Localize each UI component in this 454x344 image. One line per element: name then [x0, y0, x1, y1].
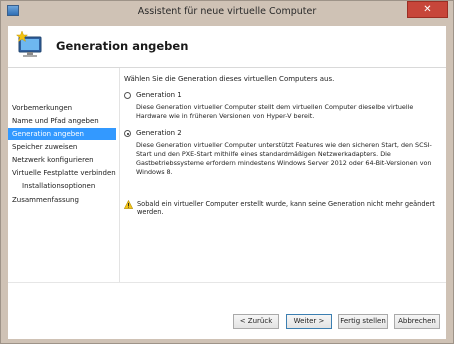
client-area: Generation angeben Vorbemerkungen Name u… — [8, 26, 446, 339]
intro-text: Wählen Sie die Generation dieses virtuel… — [124, 75, 335, 83]
generation-1-description: Diese Generation virtueller Computer ste… — [136, 103, 414, 120]
sidebar-divider — [119, 68, 120, 282]
back-button[interactable]: < Zurück — [233, 314, 279, 329]
wizard-content: Wählen Sie die Generation dieses virtuel… — [123, 68, 443, 282]
wizard-header: Generation angeben — [8, 26, 446, 68]
sidebar-item-installationsoptionen[interactable]: Installationsoptionen — [8, 180, 116, 192]
wizard-window: Assistent für neue virtuelle Computer ✕ … — [0, 0, 454, 344]
next-button[interactable]: Weiter > — [286, 314, 332, 329]
generation-1-radio[interactable] — [124, 92, 131, 99]
computer-star-icon — [16, 31, 42, 57]
sidebar-item-name-pfad[interactable]: Name und Pfad angeben — [8, 115, 116, 127]
title-bar[interactable]: Assistent für neue virtuelle Computer ✕ — [1, 1, 453, 21]
window-title: Assistent für neue virtuelle Computer — [137, 6, 317, 17]
close-button[interactable]: ✕ — [407, 1, 448, 18]
wizard-sidebar: Vorbemerkungen Name und Pfad angeben Gen… — [8, 68, 116, 282]
generation-1-label[interactable]: Generation 1 — [136, 91, 182, 99]
cancel-button[interactable]: Abbrechen — [394, 314, 440, 329]
sidebar-item-festplatte[interactable]: Virtuelle Festplatte verbinden — [8, 167, 116, 179]
warning-text: Sobald ein virtueller Computer erstellt … — [137, 200, 435, 216]
button-bar: < Zurück Weiter > Fertig stellen Abbrech… — [8, 282, 446, 339]
sidebar-item-speicher[interactable]: Speicher zuweisen — [8, 141, 116, 153]
sidebar-item-generation[interactable]: Generation angeben — [8, 128, 116, 140]
finish-button[interactable]: Fertig stellen — [338, 314, 388, 329]
warning-icon — [124, 200, 133, 209]
generation-2-label[interactable]: Generation 2 — [136, 129, 182, 137]
sidebar-item-zusammenfassung[interactable]: Zusammenfassung — [8, 194, 116, 206]
sidebar-item-vorbemerkungen[interactable]: Vorbemerkungen — [8, 102, 116, 114]
page-title: Generation angeben — [56, 39, 189, 53]
generation-2-description: Diese Generation virtueller Computer unt… — [136, 141, 432, 176]
sidebar-item-netzwerk[interactable]: Netzwerk konfigurieren — [8, 154, 116, 166]
generation-2-radio[interactable] — [124, 130, 131, 137]
